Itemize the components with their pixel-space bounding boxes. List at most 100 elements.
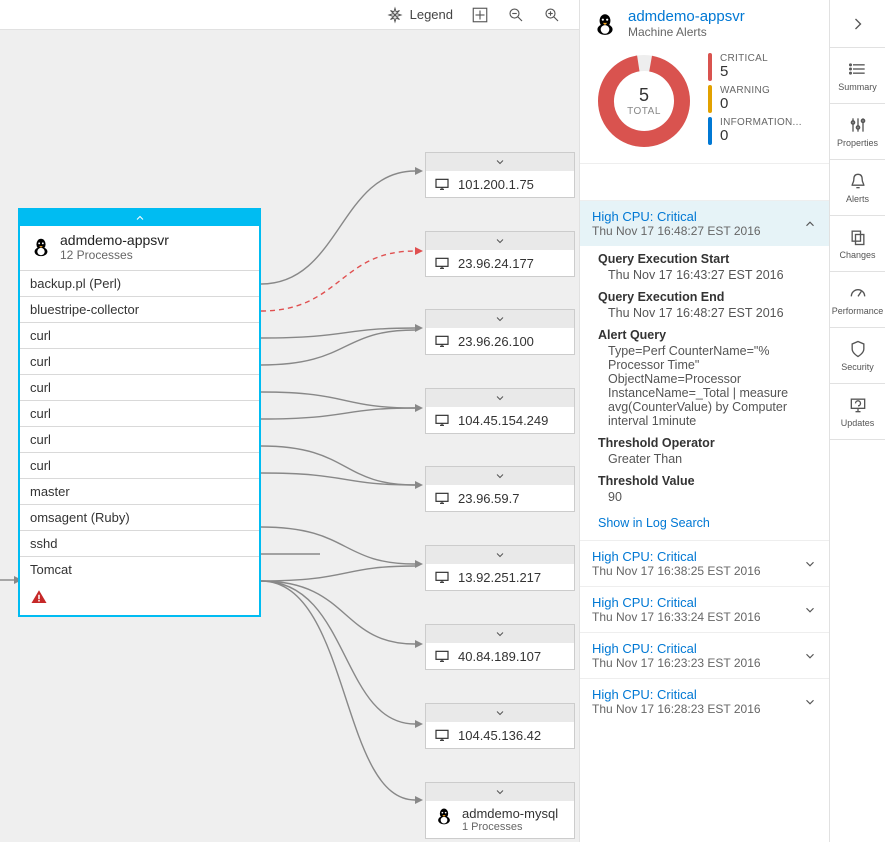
dependency-canvas[interactable]: admdemo-appsvr 12 Processes backup.pl (P… — [0, 30, 579, 842]
chevron-down-icon — [494, 786, 506, 798]
node-expand-button[interactable] — [426, 310, 574, 328]
alert-header[interactable]: High CPU: CriticalThu Nov 17 16:28:23 ES… — [580, 679, 829, 724]
zoom-out-button[interactable] — [507, 6, 525, 24]
alert-header[interactable]: High CPU: CriticalThu Nov 17 16:38:25 ES… — [580, 541, 829, 586]
node-expand-button[interactable] — [426, 389, 574, 407]
node-ip: 104.45.136.42 — [458, 728, 541, 743]
target-node[interactable]: 104.45.136.42 — [425, 703, 575, 749]
node-expand-button[interactable] — [426, 467, 574, 485]
fit-button[interactable] — [471, 6, 489, 24]
target-node[interactable]: 104.45.154.249 — [425, 388, 575, 434]
machine-alert-badge[interactable] — [20, 582, 259, 615]
chevron-down-icon — [494, 549, 506, 561]
node-expand-button[interactable] — [426, 546, 574, 564]
donut-chart: 5 TOTAL — [594, 51, 694, 151]
alert-time: Thu Nov 17 16:33:24 EST 2016 — [592, 610, 761, 624]
process-item[interactable]: omsagent (Ruby) — [20, 504, 259, 530]
alert-header[interactable]: High CPU: CriticalThu Nov 17 16:23:23 ES… — [580, 633, 829, 678]
chevron-down-icon — [494, 392, 506, 404]
monitor-icon — [434, 569, 450, 585]
node-ip: 23.96.26.100 — [458, 334, 534, 349]
process-item[interactable]: master — [20, 478, 259, 504]
sliders-icon — [848, 115, 868, 135]
process-item[interactable]: curl — [20, 348, 259, 374]
shield-icon — [848, 339, 868, 359]
alert-header[interactable]: High CPU: CriticalThu Nov 17 16:33:24 ES… — [580, 587, 829, 632]
node-expand-button[interactable] — [426, 232, 574, 250]
target-node[interactable]: 40.84.189.107 — [425, 624, 575, 670]
target-node[interactable]: 23.96.24.177 — [425, 231, 575, 277]
chevron-right-icon — [848, 14, 868, 34]
target-node[interactable]: 101.200.1.75 — [425, 152, 575, 198]
gauge-icon — [848, 283, 868, 303]
chevron-down-icon — [803, 695, 817, 709]
alert-item: High CPU: CriticalThu Nov 17 16:38:25 ES… — [580, 540, 829, 586]
rail-item-changes[interactable]: Changes — [830, 216, 885, 272]
process-item[interactable]: Tomcat — [20, 556, 259, 582]
copy-icon — [848, 227, 868, 247]
alerts-list: High CPU: Critical Thu Nov 17 16:48:27 E… — [580, 200, 829, 842]
process-item[interactable]: bluestripe-collector — [20, 296, 259, 322]
alert-item: High CPU: CriticalThu Nov 17 16:23:23 ES… — [580, 632, 829, 678]
node-expand-button[interactable] — [426, 704, 574, 722]
detail-header: admdemo-appsvr Machine Alerts — [580, 0, 829, 45]
target-node[interactable]: 13.92.251.217 — [425, 545, 575, 591]
severity-value: 0 — [720, 128, 802, 143]
severity-list: CRITICAL5 WARNING0 INFORMATION...0 — [708, 53, 815, 149]
rail-label: Changes — [839, 250, 875, 260]
node-expand-button[interactable] — [426, 153, 574, 171]
zoom-in-icon — [543, 6, 561, 24]
alert-header[interactable]: High CPU: Critical Thu Nov 17 16:48:27 E… — [580, 201, 829, 246]
field-label: Query Execution Start — [598, 252, 815, 266]
process-item[interactable]: curl — [20, 400, 259, 426]
machine-collapse-button[interactable] — [20, 210, 259, 226]
field-value: Thu Nov 17 16:48:27 EST 2016 — [598, 306, 815, 320]
monitor-icon — [434, 412, 450, 428]
severity-row: INFORMATION...0 — [708, 117, 815, 145]
legend-button[interactable]: Legend — [386, 6, 453, 24]
chevron-down-icon — [494, 628, 506, 640]
alert-icon — [30, 588, 48, 606]
node-ip: 101.200.1.75 — [458, 177, 534, 192]
process-item[interactable]: curl — [20, 452, 259, 478]
alert-title: High CPU: Critical — [592, 641, 761, 656]
severity-value: 0 — [720, 96, 770, 111]
node-expand-button[interactable] — [426, 625, 574, 643]
severity-row: WARNING0 — [708, 85, 815, 113]
rail-label: Updates — [841, 418, 875, 428]
rail-item-alerts[interactable]: Alerts — [830, 160, 885, 216]
rail-item-updates[interactable]: Updates — [830, 384, 885, 440]
donut-total-value: 5 — [627, 85, 661, 106]
process-item[interactable]: curl — [20, 374, 259, 400]
process-item[interactable]: curl — [20, 426, 259, 452]
node-machine-sub: 1 Processes — [462, 821, 558, 833]
field-value: 90 — [598, 490, 815, 504]
rail-collapse-button[interactable] — [830, 0, 885, 48]
process-item[interactable]: backup.pl (Perl) — [20, 270, 259, 296]
side-rail: Summary Properties Alerts Changes Perfor… — [829, 0, 885, 842]
machine-card[interactable]: admdemo-appsvr 12 Processes backup.pl (P… — [18, 208, 261, 617]
node-ip: 13.92.251.217 — [458, 570, 541, 585]
chevron-down-icon — [494, 470, 506, 482]
detail-subtitle: Machine Alerts — [628, 25, 745, 39]
chevron-down-icon — [803, 557, 817, 571]
chevron-down-icon — [803, 603, 817, 617]
target-machine-node[interactable]: admdemo-mysql 1 Processes — [425, 782, 575, 839]
process-item[interactable]: curl — [20, 322, 259, 348]
legend-label: Legend — [410, 7, 453, 22]
alert-title: High CPU: Critical — [592, 209, 761, 224]
zoom-in-button[interactable] — [543, 6, 561, 24]
alert-body: Query Execution StartThu Nov 17 16:43:27… — [580, 246, 829, 540]
node-expand-button[interactable] — [426, 783, 574, 801]
process-item[interactable]: sshd — [20, 530, 259, 556]
field-label: Query Execution End — [598, 290, 815, 304]
target-node[interactable]: 23.96.59.7 — [425, 466, 575, 512]
rail-item-properties[interactable]: Properties — [830, 104, 885, 160]
rail-item-security[interactable]: Security — [830, 328, 885, 384]
rail-item-summary[interactable]: Summary — [830, 48, 885, 104]
target-node[interactable]: 23.96.26.100 — [425, 309, 575, 355]
show-in-log-search-link[interactable]: Show in Log Search — [598, 516, 710, 530]
rail-item-performance[interactable]: Performance — [830, 272, 885, 328]
alert-title: High CPU: Critical — [592, 595, 761, 610]
rail-label: Performance — [832, 306, 884, 316]
